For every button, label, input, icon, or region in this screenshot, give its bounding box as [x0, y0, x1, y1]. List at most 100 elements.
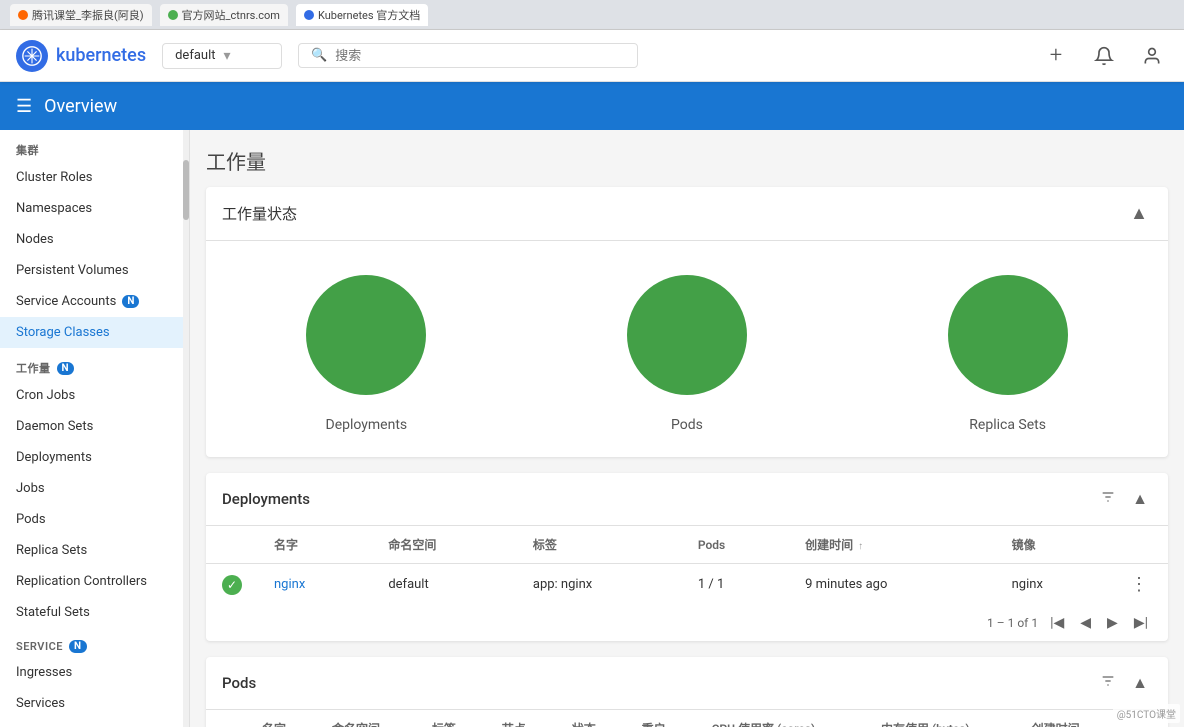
- filter-icon[interactable]: [1096, 485, 1120, 513]
- pods-card: Pods ▲ 名字 命名空间: [206, 657, 1168, 727]
- sidebar-item-namespaces[interactable]: Namespaces: [0, 193, 189, 224]
- add-button[interactable]: +: [1040, 40, 1072, 72]
- deployment-created-cell: 9 minutes ago: [789, 564, 996, 606]
- sidebar-item-label: Deployments: [16, 450, 92, 465]
- sidebar-item-label: Namespaces: [16, 201, 92, 216]
- browser-tab-3[interactable]: Kubernetes 官方文档: [296, 4, 428, 26]
- pods-col-cpu: CPU 使用率 (cores): [696, 710, 865, 727]
- namespace-value: default: [175, 48, 215, 63]
- sidebar-item-stateful-sets[interactable]: Stateful Sets: [0, 597, 189, 628]
- browser-bar: 腾讯课堂_李振良(阿良) 官方网站_ctnrs.com Kubernetes 官…: [0, 0, 1184, 30]
- sidebar-item-jobs[interactable]: Jobs: [0, 473, 189, 504]
- collapse-icon[interactable]: ▲: [1126, 199, 1152, 228]
- chart-deployments: Deployments: [296, 265, 436, 433]
- chart-pods-label: Pods: [671, 417, 703, 433]
- notification-bell-icon[interactable]: [1088, 40, 1120, 72]
- service-badge: N: [69, 640, 87, 653]
- deployment-labels-cell: app: nginx: [517, 564, 682, 606]
- deployments-table: 名字 命名空间 标签 Pods 创建时间 ↑ 镜像: [206, 526, 1168, 605]
- deployment-name-cell[interactable]: nginx: [258, 564, 372, 606]
- user-avatar-icon[interactable]: [1136, 40, 1168, 72]
- sidebar-scrollbar[interactable]: [183, 130, 189, 727]
- pods-col-memory: 内存使用 (bytes): [865, 710, 1016, 727]
- col-namespace: 命名空间: [372, 526, 517, 564]
- sidebar-item-services[interactable]: Services: [0, 688, 189, 719]
- sidebar-item-persistent-volumes[interactable]: Persistent Volumes: [0, 255, 189, 286]
- sort-arrow-icon: ↑: [858, 541, 863, 552]
- browser-tab-1[interactable]: 腾讯课堂_李振良(阿良): [10, 4, 152, 26]
- sidebar: 集群 Cluster Roles Namespaces Nodes Persis…: [0, 130, 190, 727]
- pods-table-container: 名字 命名空间 标签 节点 状态 重启 CPU 使用率 (cores) 内存使用…: [206, 710, 1168, 727]
- pagination-first-icon[interactable]: |◀: [1046, 613, 1068, 633]
- workload-status-card: 工作量状态 ▲ Deployments Pods: [206, 187, 1168, 457]
- sidebar-item-label: Replication Controllers: [16, 574, 147, 589]
- sidebar-item-cron-jobs[interactable]: Cron Jobs: [0, 380, 189, 411]
- workload-section-title: 工作量: [206, 146, 1168, 175]
- main-layout: 集群 Cluster Roles Namespaces Nodes Persis…: [0, 130, 1184, 727]
- col-image: 镜像: [996, 526, 1110, 564]
- sidebar-item-label: Daemon Sets: [16, 419, 93, 434]
- charts-row: Deployments Pods Replica Sets: [206, 241, 1168, 457]
- sidebar-item-label: Nodes: [16, 232, 54, 247]
- sidebar-item-replication-controllers[interactable]: Replication Controllers: [0, 566, 189, 597]
- filter-pods-icon[interactable]: [1096, 669, 1120, 697]
- deployment-actions-cell[interactable]: ⋮: [1110, 564, 1168, 606]
- col-name: 名字: [258, 526, 372, 564]
- sidebar-item-label: Ingresses: [16, 665, 72, 680]
- chart-replica-sets-label: Replica Sets: [969, 417, 1046, 433]
- sidebar-item-deployments[interactable]: Deployments: [0, 442, 189, 473]
- pagination-next-icon[interactable]: ▶: [1103, 613, 1122, 633]
- service-accounts-badge: N: [122, 295, 139, 308]
- namespace-selector[interactable]: default ▾: [162, 43, 282, 69]
- col-status: [206, 526, 258, 564]
- header-actions: +: [1040, 40, 1168, 72]
- pods-col-status-header: 状态: [556, 710, 626, 727]
- deployment-image-cell: nginx: [996, 564, 1110, 606]
- chart-deployments-label: Deployments: [326, 417, 408, 433]
- deployments-card: Deployments ▲ 名字 命名: [206, 473, 1168, 641]
- pods-card-header: Pods ▲: [206, 657, 1168, 710]
- sidebar-item-pods[interactable]: Pods: [0, 504, 189, 535]
- sidebar-item-label: Pods: [16, 512, 46, 527]
- col-actions: [1110, 526, 1168, 564]
- workload-status-title: 工作量状态: [222, 203, 297, 224]
- logo-icon: [16, 40, 48, 72]
- sidebar-item-ingresses[interactable]: Ingresses: [0, 657, 189, 688]
- sidebar-item-label: Services: [16, 696, 65, 711]
- sidebar-section-workload: 工作量 N: [0, 348, 189, 380]
- sidebar-item-daemon-sets[interactable]: Daemon Sets: [0, 411, 189, 442]
- search-input[interactable]: [335, 48, 625, 63]
- deployments-title: Deployments: [222, 490, 310, 508]
- hamburger-menu-icon[interactable]: ☰: [16, 96, 32, 117]
- content-area: 工作量 工作量状态 ▲ Deployments: [190, 130, 1184, 727]
- chart-replica-sets: Replica Sets: [938, 265, 1078, 433]
- sidebar-item-service-accounts[interactable]: Service Accounts N: [0, 286, 189, 317]
- chart-pods: Pods: [617, 265, 757, 433]
- search-box[interactable]: 🔍: [298, 43, 638, 68]
- sidebar-section-cluster: 集群: [0, 130, 189, 162]
- pagination-last-icon[interactable]: ▶|: [1130, 613, 1152, 633]
- search-icon: 🔍: [311, 48, 327, 63]
- sidebar-section-config: 配置和存储 N: [0, 719, 189, 727]
- table-row: ✓ nginx default app: nginx 1 / 1 9 minut…: [206, 564, 1168, 606]
- col-created: 创建时间 ↑: [789, 526, 996, 564]
- sidebar-item-replica-sets[interactable]: Replica Sets: [0, 535, 189, 566]
- sidebar-item-cluster-roles[interactable]: Cluster Roles: [0, 162, 189, 193]
- col-pods: Pods: [682, 526, 789, 564]
- sidebar-section-service: Service N: [0, 628, 189, 657]
- collapse-deployments-icon[interactable]: ▲: [1128, 485, 1152, 513]
- pods-col-status: [206, 710, 246, 727]
- pods-col-created: 创建时间 ↑: [1016, 710, 1128, 727]
- sidebar-item-label: Replica Sets: [16, 543, 87, 558]
- collapse-pods-icon[interactable]: ▲: [1128, 669, 1152, 697]
- workload-status-actions: ▲: [1126, 199, 1152, 228]
- deployment-namespace-cell: default: [372, 564, 517, 606]
- sidebar-item-nodes[interactable]: Nodes: [0, 224, 189, 255]
- sidebar-item-storage-classes[interactable]: Storage Classes: [0, 317, 189, 348]
- app-logo: kubernetes: [16, 40, 146, 72]
- more-actions-icon[interactable]: ⋮: [1126, 574, 1152, 595]
- browser-tab-2[interactable]: 官方网站_ctnrs.com: [160, 4, 288, 26]
- pods-header-actions: ▲: [1096, 669, 1152, 697]
- pagination-prev-icon[interactable]: ◀: [1076, 613, 1095, 633]
- pods-col-restarts: 重启: [626, 710, 696, 727]
